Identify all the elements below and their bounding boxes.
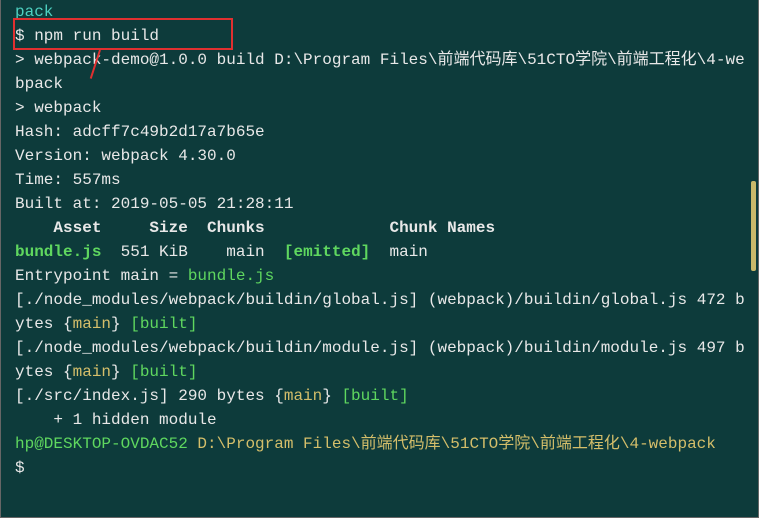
ps-prompt[interactable]: $	[15, 456, 746, 480]
hash-line: Hash: adcff7c49b2d17a7b65e	[15, 120, 746, 144]
partial-path: pack	[15, 3, 53, 21]
emitted-tag: [emitted]	[284, 243, 370, 261]
npm-echo-prefix: >	[15, 51, 34, 69]
built-tag: [built]	[130, 315, 197, 333]
asset-name: bundle.js	[15, 243, 101, 261]
module-chunk: main	[73, 315, 111, 333]
built-tag: [built]	[130, 363, 197, 381]
module-line: }	[322, 387, 341, 405]
scrollbar[interactable]	[751, 0, 756, 517]
command-input[interactable]: npm run build	[34, 27, 159, 45]
prompt-symbol: $	[15, 27, 34, 45]
module-chunk: main	[284, 387, 322, 405]
module-chunk: main	[73, 363, 111, 381]
ps-cwd: D:\Program Files\前端代码库\51CTO学院\前端工程化\4-w…	[188, 435, 716, 453]
asset-size-chunks: 551 KiB main	[101, 243, 283, 261]
scrollbar-thumb[interactable]	[751, 181, 756, 271]
ps-user-host: hp@DESKTOP-OVDAC52	[15, 435, 188, 453]
built-tag: [built]	[341, 387, 408, 405]
module-line: [./src/index.js] 290 bytes {	[15, 387, 284, 405]
module-line: }	[111, 315, 130, 333]
npm-echo-header: webpack-demo@1.0.0 build D:\Program File…	[15, 51, 745, 93]
module-line: }	[111, 363, 130, 381]
time-line: Time: 557ms	[15, 168, 746, 192]
version-line: Version: webpack 4.30.0	[15, 144, 746, 168]
entrypoint-label: Entrypoint main =	[15, 267, 188, 285]
chunk-name: main	[370, 243, 428, 261]
npm-echo-prefix: >	[15, 99, 34, 117]
built-at-line: Built at: 2019-05-05 21:28:11	[15, 192, 746, 216]
asset-header: Asset Size Chunks Chunk Names	[15, 216, 746, 240]
entrypoint-file: bundle.js	[188, 267, 274, 285]
hidden-modules: + 1 hidden module	[15, 408, 746, 432]
npm-echo-cmd: webpack	[34, 99, 101, 117]
